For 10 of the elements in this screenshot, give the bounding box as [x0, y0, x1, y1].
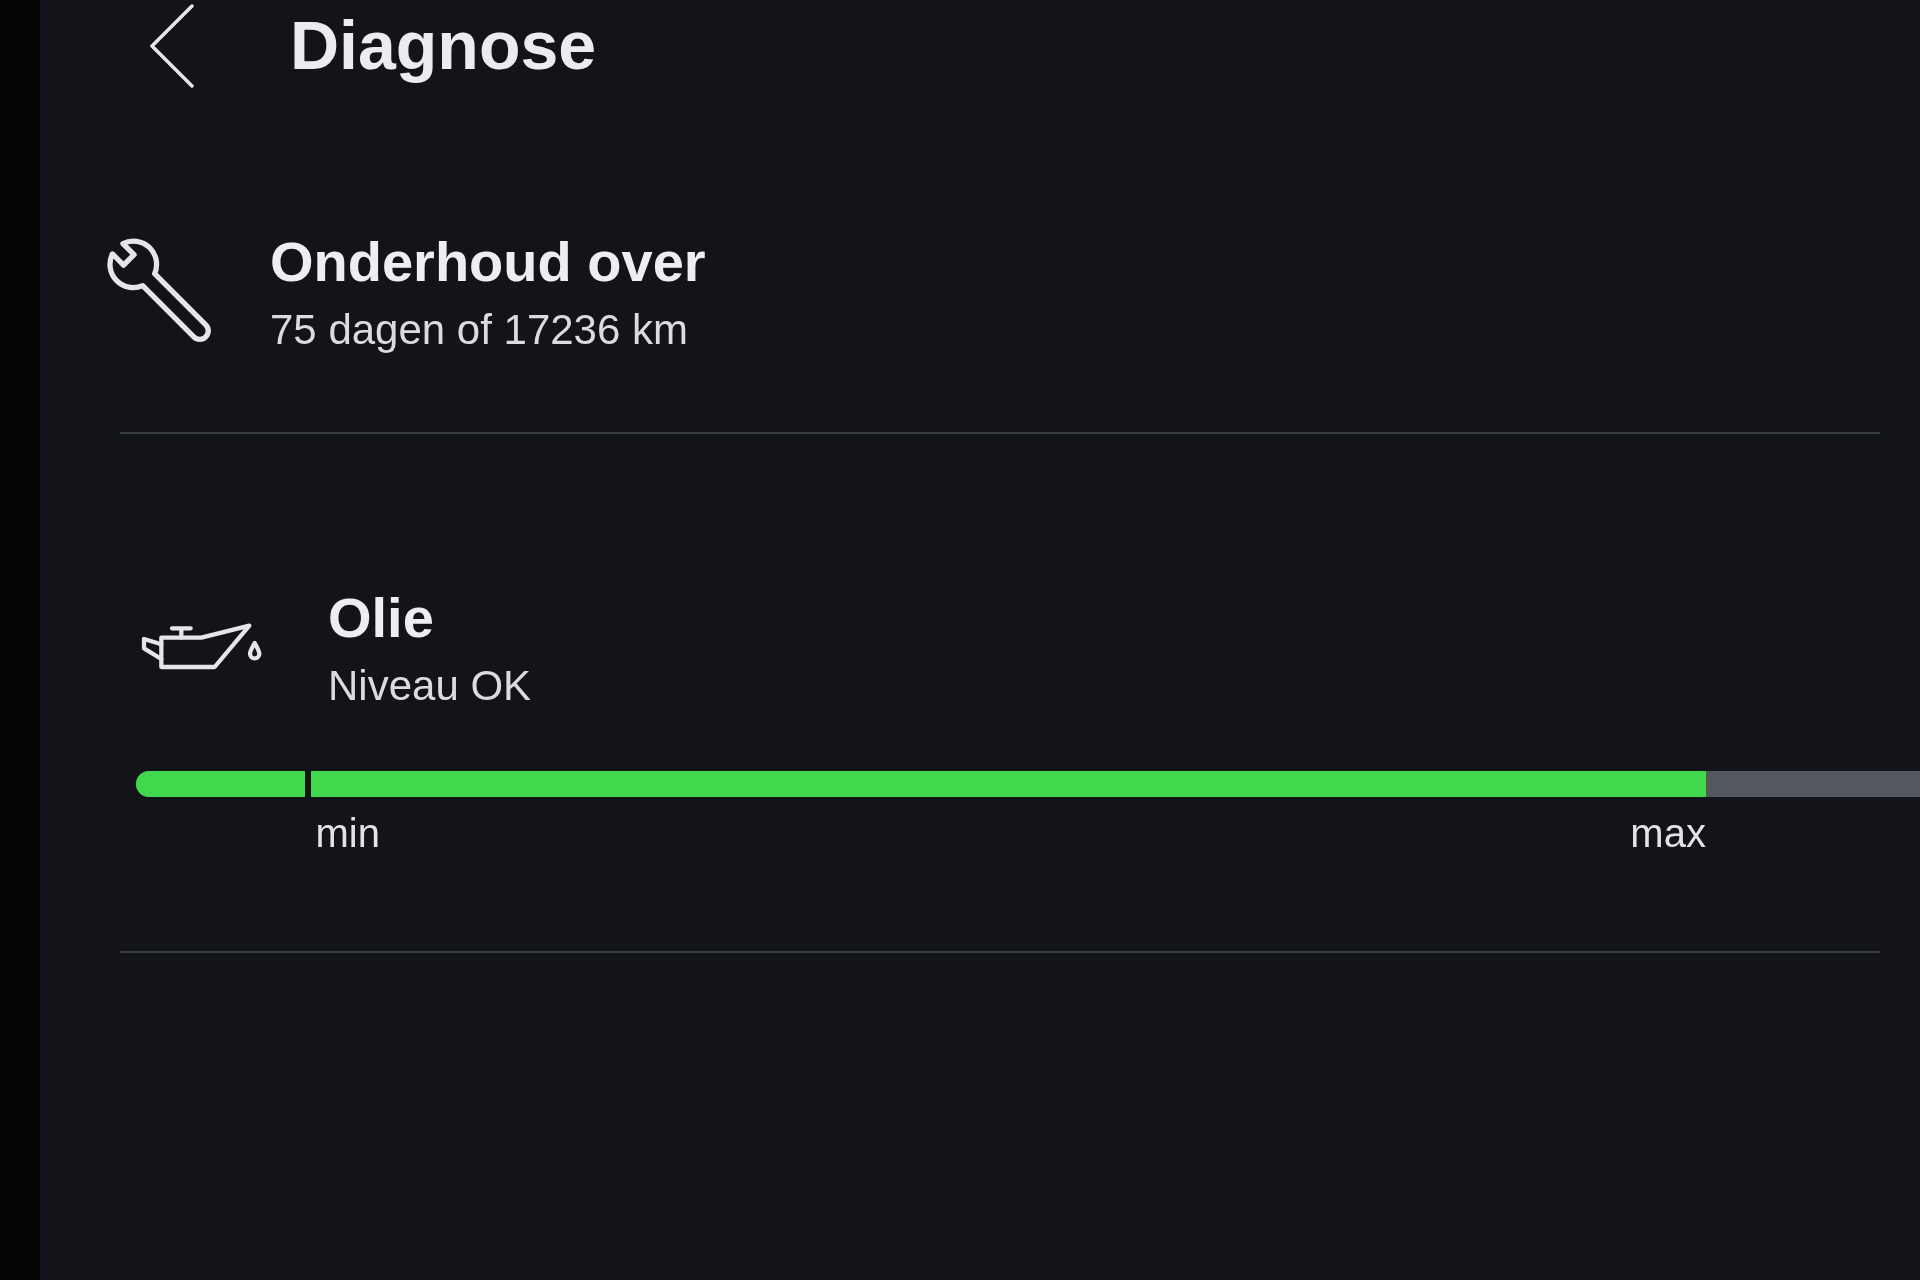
- back-icon: [150, 4, 194, 88]
- maintenance-detail: 75 dagen of 17236 km: [270, 305, 689, 356]
- max-label: max: [1630, 810, 1706, 858]
- oil-title: Olie: [328, 584, 435, 651]
- page-title: Diagnose: [290, 6, 597, 86]
- min-label: min: [315, 810, 380, 858]
- back-button[interactable]: [150, 4, 194, 88]
- oil-can-icon: [140, 623, 264, 672]
- maintenance-title: Onderhoud over: [270, 229, 706, 295]
- oil-status: Niveau OK: [328, 660, 532, 711]
